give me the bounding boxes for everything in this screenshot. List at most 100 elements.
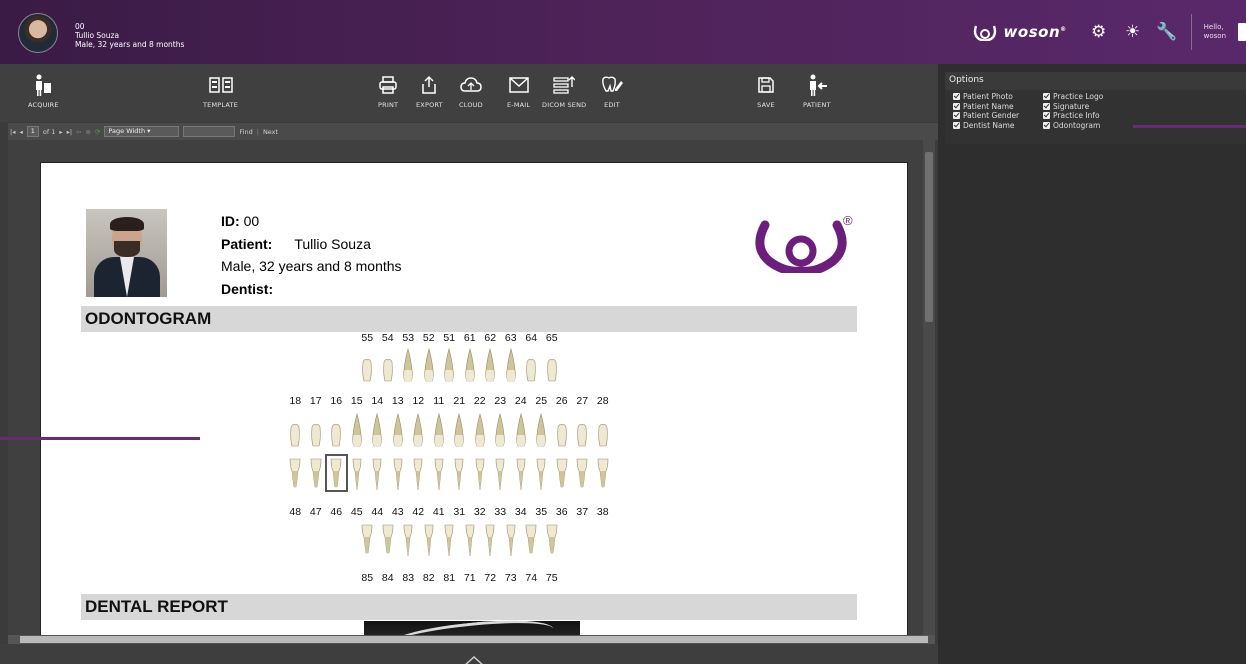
back-icon[interactable]: ⇦: [76, 128, 81, 136]
tooth-71[interactable]: [460, 521, 481, 557]
tooth-74[interactable]: [521, 521, 542, 557]
tooth-16[interactable]: [326, 411, 347, 447]
tooth-number: 65: [545, 332, 558, 344]
tooth-64[interactable]: [521, 346, 542, 382]
tooth-48[interactable]: [285, 455, 306, 491]
acquire-button[interactable]: ACQUIRE: [28, 74, 59, 109]
patient-button[interactable]: PATIENT: [803, 74, 831, 109]
edit-button[interactable]: EDIT: [600, 74, 624, 109]
print-button[interactable]: PRINT: [378, 74, 398, 109]
checkbox-checked-icon[interactable]: [1043, 121, 1050, 129]
next-link[interactable]: Next: [263, 128, 278, 136]
tooth-51[interactable]: [439, 346, 460, 382]
tooth-31[interactable]: [449, 455, 470, 491]
tooth-83[interactable]: [398, 521, 419, 557]
save-button[interactable]: SAVE: [757, 74, 775, 109]
find-input[interactable]: [183, 126, 236, 137]
tooth-34[interactable]: [511, 455, 532, 491]
tooth-23[interactable]: [490, 411, 511, 447]
logout-icon[interactable]: [1238, 23, 1246, 41]
checkbox-checked-icon[interactable]: [953, 112, 960, 120]
tooth-84[interactable]: [378, 521, 399, 557]
checkbox-checked-icon[interactable]: [953, 121, 960, 129]
email-button[interactable]: E-MAIL: [507, 74, 530, 109]
tooth-17[interactable]: [306, 411, 327, 447]
find-link[interactable]: Find: [239, 128, 252, 136]
prev-page-icon[interactable]: ◂: [19, 128, 22, 136]
export-icon: [419, 74, 439, 96]
checkbox-checked-icon[interactable]: [1043, 112, 1050, 120]
tooth-85[interactable]: [357, 521, 378, 557]
tooth-24[interactable]: [511, 411, 532, 447]
tooth-55[interactable]: [357, 346, 378, 382]
stop-icon[interactable]: ⊗: [86, 128, 91, 136]
option-checkbox[interactable]: Practice Info: [1043, 111, 1153, 121]
option-checkbox[interactable]: Patient Photo: [953, 92, 1043, 102]
option-checkbox[interactable]: Patient Name: [953, 102, 1043, 112]
tooth-44[interactable]: [367, 455, 388, 491]
last-page-icon[interactable]: ▸|: [67, 128, 72, 136]
wrench-icon[interactable]: 🔧: [1156, 22, 1177, 42]
next-page-icon[interactable]: ▸: [59, 128, 62, 136]
tooth-33[interactable]: [490, 455, 511, 491]
checkbox-checked-icon[interactable]: [1043, 93, 1050, 101]
page-number-input[interactable]: 1: [26, 126, 39, 137]
tooth-65[interactable]: [542, 346, 563, 382]
tooth-53[interactable]: [398, 346, 419, 382]
tooth-72[interactable]: [480, 521, 501, 557]
template-button[interactable]: TEMPLATE: [203, 74, 238, 109]
tooth-38[interactable]: [593, 455, 614, 491]
tooth-25[interactable]: [531, 411, 552, 447]
option-checkbox[interactable]: Signature: [1043, 102, 1153, 112]
tooth-63[interactable]: [501, 346, 522, 382]
patient-avatar[interactable]: [18, 13, 58, 53]
tooth-13[interactable]: [388, 411, 409, 447]
tooth-75[interactable]: [542, 521, 563, 557]
tooth-22[interactable]: [470, 411, 491, 447]
tooth-62[interactable]: [480, 346, 501, 382]
tooth-46[interactable]: [325, 454, 348, 492]
tooth-41[interactable]: [429, 455, 450, 491]
tooth-52[interactable]: [419, 346, 440, 382]
first-page-icon[interactable]: |◂: [10, 128, 15, 136]
tooth-15[interactable]: [347, 411, 368, 447]
checkbox-checked-icon[interactable]: [953, 102, 960, 110]
tooth-32[interactable]: [470, 455, 491, 491]
checkbox-checked-icon[interactable]: [953, 93, 960, 101]
brightness-icon[interactable]: ☀: [1123, 22, 1143, 42]
tooth-26[interactable]: [552, 411, 573, 447]
vertical-scrollbar[interactable]: [923, 140, 935, 635]
tooth-82[interactable]: [419, 521, 440, 557]
checkbox-checked-icon[interactable]: [1043, 102, 1050, 110]
option-checkbox[interactable]: Dentist Name: [953, 121, 1043, 131]
tooth-37[interactable]: [572, 455, 593, 491]
tooth-18[interactable]: [285, 411, 306, 447]
tooth-36[interactable]: [552, 455, 573, 491]
tooth-12[interactable]: [408, 411, 429, 447]
tooth-73[interactable]: [501, 521, 522, 557]
tooth-43[interactable]: [388, 455, 409, 491]
expand-up-icon[interactable]: [462, 654, 486, 664]
export-button[interactable]: EXPORT: [416, 74, 443, 109]
cloud-button[interactable]: CLOUD: [459, 74, 483, 109]
tooth-42[interactable]: [408, 455, 429, 491]
option-checkbox[interactable]: Practice Logo: [1043, 92, 1153, 102]
tooth-61[interactable]: [460, 346, 481, 382]
option-checkbox[interactable]: Patient Gender: [953, 111, 1043, 121]
tooth-11[interactable]: [429, 411, 450, 447]
tooth-47[interactable]: [306, 455, 327, 491]
tooth-54[interactable]: [378, 346, 399, 382]
dicom-send-button[interactable]: DICOM SEND: [542, 74, 586, 109]
user-greeting: Hello, woson: [1203, 23, 1226, 40]
zoom-select[interactable]: Page Width ▾: [104, 126, 180, 137]
tooth-35[interactable]: [531, 455, 552, 491]
tooth-81[interactable]: [439, 521, 460, 557]
tooth-14[interactable]: [367, 411, 388, 447]
tooth-28[interactable]: [593, 411, 614, 447]
refresh-icon[interactable]: ⟳: [95, 128, 100, 136]
settings-gear-icon[interactable]: ⚙: [1089, 22, 1109, 42]
tooth-27[interactable]: [572, 411, 593, 447]
tooth-45[interactable]: [347, 455, 368, 491]
horizontal-scrollbar[interactable]: [8, 635, 935, 644]
tooth-21[interactable]: [449, 411, 470, 447]
